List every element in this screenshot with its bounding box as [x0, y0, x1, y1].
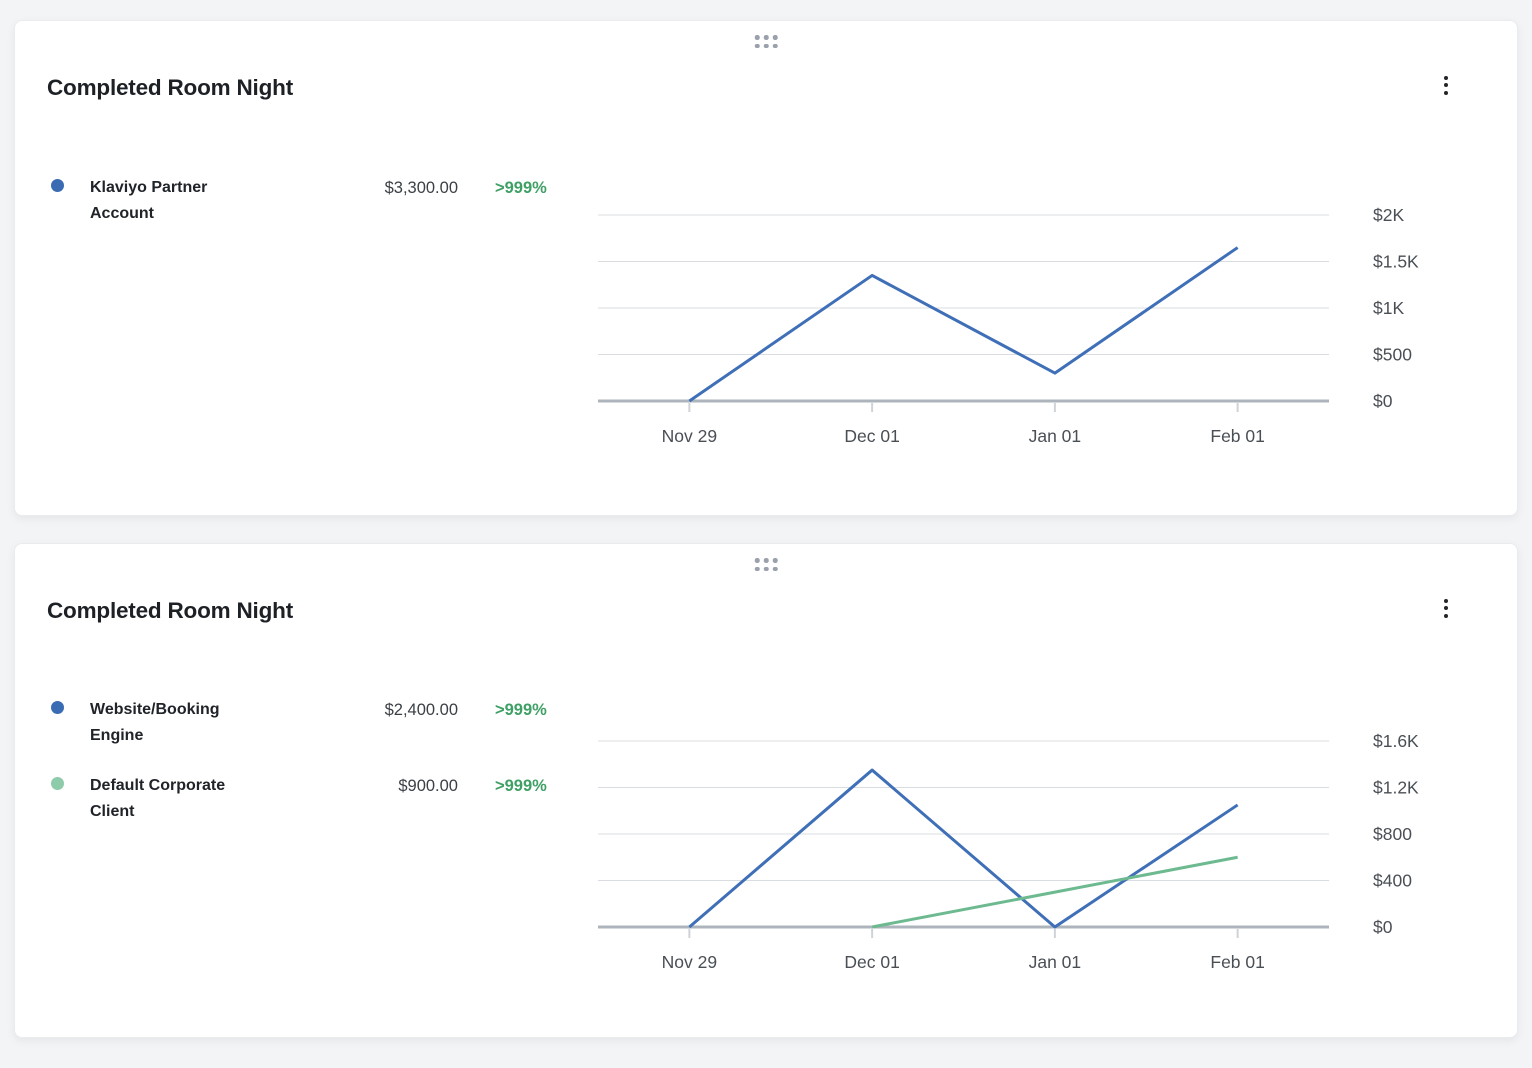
- y-axis-label: $1K: [1373, 298, 1404, 318]
- series-change-badge: >999%: [495, 774, 547, 798]
- card-title: Completed Room Night: [47, 598, 293, 624]
- series-color-dot: [51, 701, 64, 714]
- series-line: [689, 770, 1237, 927]
- legend-item: Website/Booking Engine $2,400.00 >999%: [51, 697, 581, 753]
- series-name: Default Corporate Client: [90, 773, 250, 825]
- x-axis-label: Feb 01: [1210, 426, 1264, 446]
- series-name: Klaviyo Partner Account: [90, 175, 250, 227]
- y-axis-label: $0: [1373, 917, 1393, 937]
- y-axis-label: $800: [1373, 824, 1412, 844]
- series-color-dot: [51, 777, 64, 790]
- legend-item: Klaviyo Partner Account $3,300.00 >999%: [51, 175, 581, 231]
- x-axis-label: Nov 29: [662, 952, 717, 972]
- kebab-menu-icon[interactable]: [1433, 592, 1459, 624]
- y-axis-label: $1.5K: [1373, 252, 1419, 272]
- y-axis-label: $2K: [1373, 205, 1404, 225]
- x-axis-label: Jan 01: [1029, 952, 1082, 972]
- line-chart: $1.6K $1.2K $800 $400 $0 Nov 29 Dec 01 Jan 01 Fe…: [585, 727, 1475, 997]
- drag-handle-icon[interactable]: [751, 31, 782, 52]
- drag-handle-icon[interactable]: [751, 554, 782, 575]
- x-axis-label: Nov 29: [662, 426, 717, 446]
- chart-card: Completed Room Night Klaviyo Partner Acc…: [14, 20, 1518, 516]
- series-change-badge: >999%: [495, 698, 547, 722]
- series-name: Website/Booking Engine: [90, 697, 250, 749]
- dashboard-background: { "page": { "background": "#f3f4f6" }, "…: [0, 0, 1532, 1068]
- card-title: Completed Room Night: [47, 75, 293, 101]
- y-axis-label: $1.6K: [1373, 731, 1419, 751]
- series-value: $2,400.00: [281, 698, 458, 722]
- kebab-menu-icon[interactable]: [1433, 69, 1459, 101]
- y-axis-label: $1.2K: [1373, 778, 1419, 798]
- y-axis-label: $0: [1373, 391, 1393, 411]
- x-axis-label: Jan 01: [1029, 426, 1082, 446]
- series-line: [872, 857, 1238, 927]
- x-axis-label: Feb 01: [1210, 952, 1264, 972]
- series-value: $3,300.00: [281, 176, 458, 200]
- y-axis-label: $500: [1373, 345, 1412, 365]
- series-color-dot: [51, 179, 64, 192]
- series-line: [689, 248, 1237, 401]
- series-change-badge: >999%: [495, 176, 547, 200]
- series-value: $900.00: [281, 774, 458, 798]
- legend-item: Default Corporate Client $900.00 >999%: [51, 773, 581, 829]
- chart-card: Completed Room Night Website/Booking Eng…: [14, 543, 1518, 1038]
- x-axis-label: Dec 01: [844, 426, 899, 446]
- x-axis-label: Dec 01: [844, 952, 899, 972]
- line-chart: $2K $1.5K $1K $500 $0 Nov 29 Dec 01 Jan 01 Feb 0…: [585, 201, 1475, 471]
- y-axis-label: $400: [1373, 871, 1412, 891]
